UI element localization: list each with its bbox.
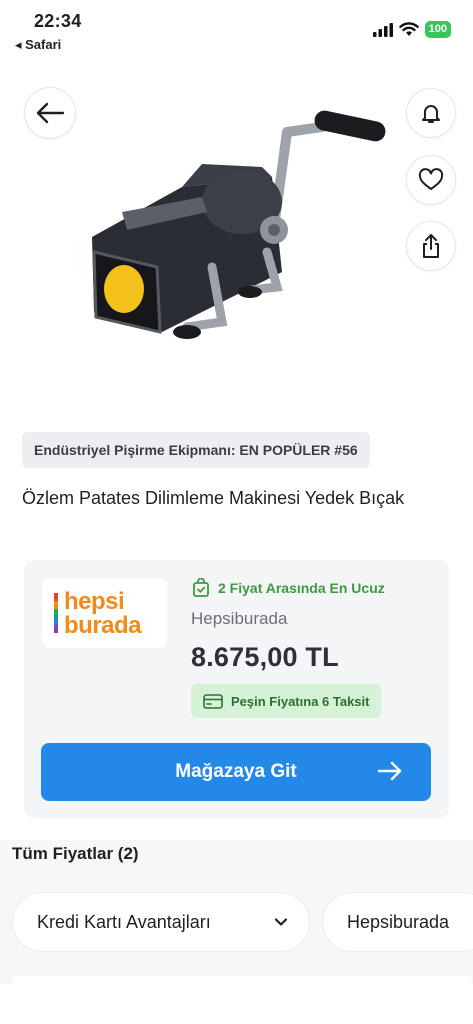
all-prices-section: Tüm Fiyatlar (2) Kredi Kartı Avantajları… <box>0 840 473 984</box>
go-to-store-button[interactable]: Mağazaya Git <box>41 743 431 801</box>
installment-label: Peşin Fiyatına 6 Taksit <box>231 693 370 709</box>
cheapest-label: 2 Fiyat Arasında En Ucuz <box>218 579 385 596</box>
best-offer-card: hepsi burada 2 Fiyat Arasında En Ucuz He… <box>24 560 449 818</box>
share-button[interactable] <box>406 221 456 271</box>
logo-line-1: hepsi <box>64 588 125 615</box>
status-time: 22:34 <box>34 11 82 31</box>
share-icon <box>423 234 439 258</box>
logo-line-2: burada <box>64 612 142 639</box>
wifi-icon <box>398 22 419 36</box>
back-button[interactable] <box>24 87 76 139</box>
seller-name: Hepsiburada <box>191 609 288 628</box>
seller-logo: hepsi burada <box>42 578 167 648</box>
back-arrow-icon <box>36 102 65 124</box>
filter-credit-card-benefits[interactable]: Kredi Kartı Avantajları <box>12 892 310 952</box>
cellular-signal-icon <box>372 22 393 37</box>
back-to-safari-link[interactable]: ◂ Safari <box>15 37 61 53</box>
credit-card-icon <box>203 693 223 709</box>
all-prices-heading: Tüm Fiyatlar (2) <box>12 844 139 863</box>
notify-button[interactable] <box>406 88 456 138</box>
logo-color-bar <box>54 593 58 633</box>
filter-label: Hepsiburada <box>347 911 450 932</box>
cheapest-badge: 2 Fiyat Arasında En Ucuz <box>192 578 385 597</box>
offer-price: 8.675,00 TL <box>191 642 339 672</box>
go-to-store-label: Mağazaya Git <box>175 761 297 782</box>
installment-badge: Peşin Fiyatına 6 Taksit <box>191 684 382 718</box>
battery-indicator: 100 <box>424 21 451 38</box>
product-title: Özlem Patates Dilimleme Makinesi Yedek B… <box>22 488 405 508</box>
product-image[interactable] <box>82 92 392 362</box>
popularity-rank-badge[interactable]: Endüstriyel Pişirme Ekipmanı: EN POPÜLER… <box>22 432 370 468</box>
shopping-bag-check-icon <box>193 578 209 597</box>
bell-icon <box>422 105 440 123</box>
chevron-down-icon <box>274 918 288 926</box>
next-card-edge <box>12 976 472 984</box>
status-bar: 22:34 ◂ Safari 100 <box>0 0 473 58</box>
arrow-right-icon <box>377 761 402 781</box>
heart-icon <box>418 168 444 190</box>
filter-seller-hepsiburada[interactable]: Hepsiburada <box>322 892 473 952</box>
filter-label: Kredi Kartı Avantajları <box>37 911 211 932</box>
status-icons: 100 <box>372 21 451 38</box>
favorite-button[interactable] <box>406 155 456 205</box>
logo-wordmark: hepsi burada <box>64 588 142 639</box>
